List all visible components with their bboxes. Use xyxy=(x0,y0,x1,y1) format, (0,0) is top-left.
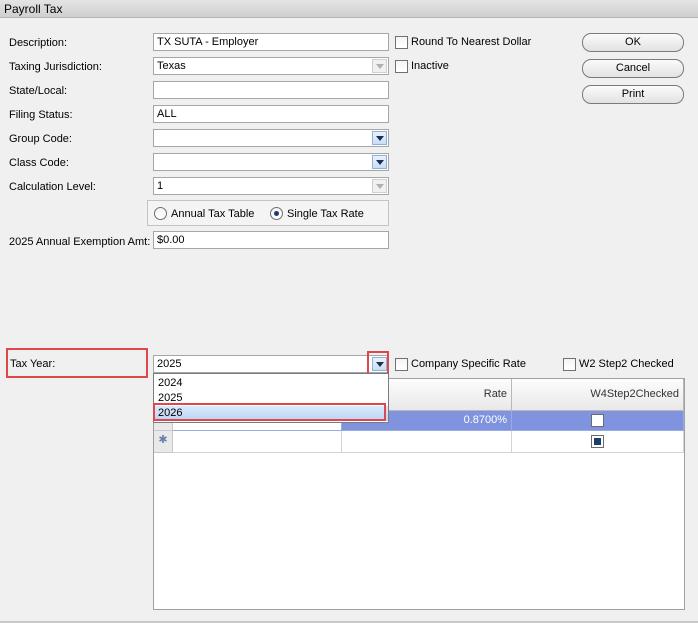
w4step2checked-checkbox[interactable] xyxy=(591,414,604,427)
inactive-label: Inactive xyxy=(411,60,449,72)
print-button[interactable]: Print xyxy=(582,85,684,104)
calculation-level-value: 1 xyxy=(157,180,164,192)
filing-status-label: Filing Status: xyxy=(9,109,73,121)
taxing-jurisdiction-select[interactable]: Texas xyxy=(153,57,389,75)
new-row-icon: ✱ xyxy=(154,431,173,453)
amount-cell[interactable] xyxy=(173,431,342,453)
tax-year-option-highlight xyxy=(153,403,386,421)
single-tax-rate-radio[interactable] xyxy=(270,207,283,220)
tax-year-label: Tax Year: xyxy=(10,358,56,370)
chevron-down-icon[interactable] xyxy=(372,131,387,145)
exemption-input[interactable]: $0.00 xyxy=(153,231,389,249)
round-to-nearest-dollar-label: Round To Nearest Dollar xyxy=(411,36,532,48)
w4step2checked-cell[interactable] xyxy=(512,411,684,431)
exemption-label: 2025 Annual Exemption Amt: xyxy=(9,236,151,248)
calculation-level-label: Calculation Level: xyxy=(9,181,96,193)
chevron-down-icon[interactable] xyxy=(372,155,387,169)
state-local-input[interactable] xyxy=(153,81,389,99)
state-local-label: State/Local: xyxy=(9,85,68,97)
tax-year-select[interactable]: 2025 xyxy=(153,355,389,373)
group-code-label: Group Code: xyxy=(9,133,72,145)
inactive-checkbox[interactable] xyxy=(395,60,408,73)
round-to-nearest-dollar-checkbox[interactable] xyxy=(395,36,408,49)
calculation-level-select[interactable]: 1 xyxy=(153,177,389,195)
w4step2checked-checkbox[interactable] xyxy=(591,435,604,448)
annual-tax-table-label[interactable]: Annual Tax Table xyxy=(171,207,254,221)
table-row[interactable]: ✱ xyxy=(154,431,684,453)
chevron-down-icon xyxy=(372,59,387,73)
w4step2checked-cell[interactable] xyxy=(512,431,684,453)
company-specific-rate-checkbox[interactable] xyxy=(395,358,408,371)
tax-year-value: 2025 xyxy=(157,358,182,370)
ok-button[interactable]: OK xyxy=(582,33,684,52)
filing-status-input[interactable]: ALL xyxy=(153,105,389,123)
annual-tax-table-radio[interactable] xyxy=(154,207,167,220)
class-code-label: Class Code: xyxy=(9,157,69,169)
window-title: Payroll Tax xyxy=(0,0,698,18)
group-code-select[interactable] xyxy=(153,129,389,147)
chevron-down-icon xyxy=(372,179,387,193)
w2-step2-checked-checkbox[interactable] xyxy=(563,358,576,371)
rate-cell[interactable] xyxy=(342,431,512,453)
company-specific-rate-label: Company Specific Rate xyxy=(411,358,526,370)
class-code-select[interactable] xyxy=(153,153,389,171)
cancel-button[interactable]: Cancel xyxy=(582,59,684,78)
w2-step2-checked-label: W2 Step2 Checked xyxy=(579,358,674,370)
description-input[interactable]: TX SUTA - Employer xyxy=(153,33,389,51)
taxing-jurisdiction-value: Texas xyxy=(157,60,186,72)
tax-year-option[interactable]: 2024 xyxy=(154,376,388,391)
single-tax-rate-label[interactable]: Single Tax Rate xyxy=(287,207,364,221)
grid-col-w4step2checked[interactable]: W4Step2Checked xyxy=(512,379,684,411)
description-label: Description: xyxy=(9,37,68,49)
tax-mode-group: Annual Tax Table Single Tax Rate xyxy=(147,200,389,226)
taxing-jurisdiction-label: Taxing Jurisdiction: xyxy=(9,61,102,73)
